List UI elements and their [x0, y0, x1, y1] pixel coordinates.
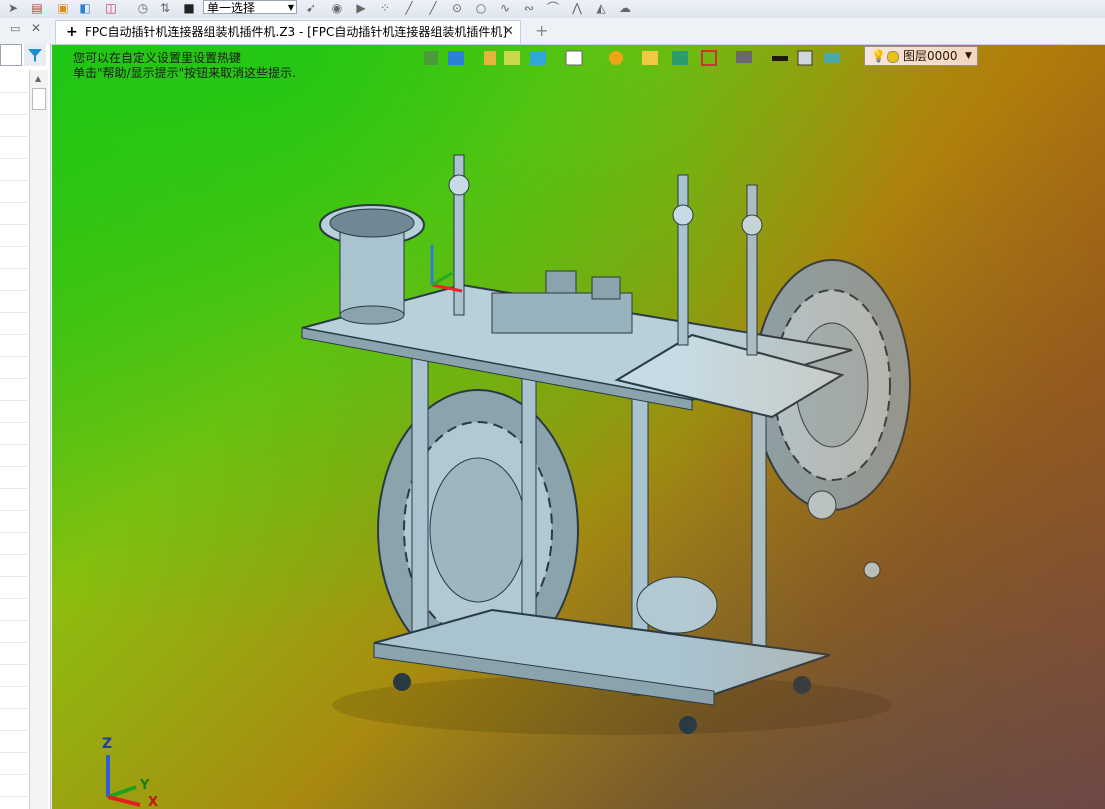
layer-stack-icon[interactable] — [824, 53, 840, 63]
tab-title: FPC自动插针机连接器组装机插件机.Z3 - [FPC自动插针机连接器组装机插件… — [85, 25, 508, 39]
selection-filter-value: 单一选择 — [207, 1, 256, 15]
tree-list — [0, 70, 28, 809]
render-icon[interactable] — [609, 51, 623, 65]
play-icon[interactable]: ▶ — [354, 1, 368, 15]
shaded-icon[interactable] — [504, 51, 520, 65]
display-icon[interactable] — [736, 51, 752, 63]
tree-filter-button[interactable] — [24, 44, 46, 66]
layer-color-icon — [887, 51, 899, 63]
top-toolbar: ➤ ▤ ▣ ◧ ◫ ◷ ⇅ ■ 单一选择 ▼ ➹ ◉ ▶ ⁘ ╱ ╱ ⊙ ○ ∿… — [0, 0, 1105, 18]
layer-dropdown[interactable]: 💡 图层0000 ▼ — [864, 46, 978, 66]
pencil-icon[interactable] — [484, 51, 496, 65]
new-tab-button[interactable]: + — [535, 21, 548, 40]
tangent-icon[interactable]: ⋀ — [570, 1, 584, 15]
curve-icon[interactable]: ∿ — [498, 1, 512, 15]
view-toolbar — [424, 50, 840, 66]
point2-icon[interactable]: ⊙ — [450, 1, 464, 15]
tree-scrollbar[interactable]: ▲ — [29, 70, 48, 809]
axis-z-label: Z — [102, 736, 113, 752]
tree-search-input[interactable] — [0, 44, 22, 66]
lightbulb-icon: 💡 — [871, 49, 886, 63]
layers-icon[interactable]: ▤ — [30, 1, 44, 15]
add-icon: + — [66, 24, 78, 40]
cube-icon[interactable] — [530, 51, 546, 65]
chevron-down-icon: ▼ — [287, 3, 294, 12]
stop-icon[interactable]: ■ — [182, 1, 196, 15]
layer-value: 图层0000 — [903, 49, 958, 63]
chevron-down-icon: ▼ — [965, 51, 972, 61]
print-icon[interactable]: ◫ — [104, 1, 118, 15]
scrollbar-thumb[interactable] — [32, 88, 46, 110]
filter-icon — [28, 49, 42, 62]
exit-icon[interactable] — [424, 51, 438, 65]
axis-x-label: X — [148, 795, 159, 809]
wave-icon[interactable]: ∾ — [522, 1, 536, 15]
scatter-icon[interactable]: ⁘ — [378, 1, 392, 15]
machine-model[interactable] — [52, 45, 1105, 809]
cloud-icon[interactable]: ☁ — [618, 1, 632, 15]
color-swatch[interactable] — [797, 50, 813, 66]
save-icon[interactable]: ▣ — [56, 1, 70, 15]
line-icon[interactable]: ╱ — [402, 1, 416, 15]
axis-y-label: Y — [140, 778, 150, 793]
restore-icon[interactable]: ▭ — [10, 22, 20, 35]
mesh-icon[interactable]: ◭ — [594, 1, 608, 15]
arc-icon[interactable]: ⌒ — [546, 1, 560, 15]
scroll-up-icon[interactable]: ▲ — [35, 74, 41, 83]
tab-document[interactable]: + FPC自动插针机连接器组装机插件机.Z3 - [FPC自动插针机连接器组装机… — [55, 20, 521, 44]
3d-viewport[interactable]: 您可以在自定义设置里设置热键 单击"帮助/显示提示"按钮来取消这些提示. 💡 图… — [52, 45, 1105, 809]
close-icon[interactable]: ✕ — [503, 21, 514, 43]
view-orient-icon[interactable] — [448, 51, 464, 65]
wire-cube-icon[interactable] — [565, 50, 583, 66]
selection-filter-dropdown[interactable]: 单一选择 ▼ — [203, 0, 297, 15]
fit-icon[interactable] — [672, 51, 688, 65]
close-panel-icon[interactable]: ✕ — [31, 21, 41, 35]
export-icon[interactable]: ◧ — [78, 1, 92, 15]
line-style-icon[interactable] — [772, 56, 788, 61]
zoom-icon[interactable] — [642, 51, 658, 65]
select-arrow-icon[interactable]: ➤ — [6, 1, 20, 15]
pick-icon[interactable]: ➹ — [304, 1, 318, 15]
circle-icon[interactable]: ○ — [474, 1, 488, 15]
line2-icon[interactable]: ╱ — [426, 1, 440, 15]
history-icon[interactable]: ◷ — [136, 1, 150, 15]
point-icon[interactable]: ◉ — [330, 1, 344, 15]
section-icon[interactable] — [701, 50, 717, 66]
sort-icon[interactable]: ⇅ — [158, 1, 172, 15]
